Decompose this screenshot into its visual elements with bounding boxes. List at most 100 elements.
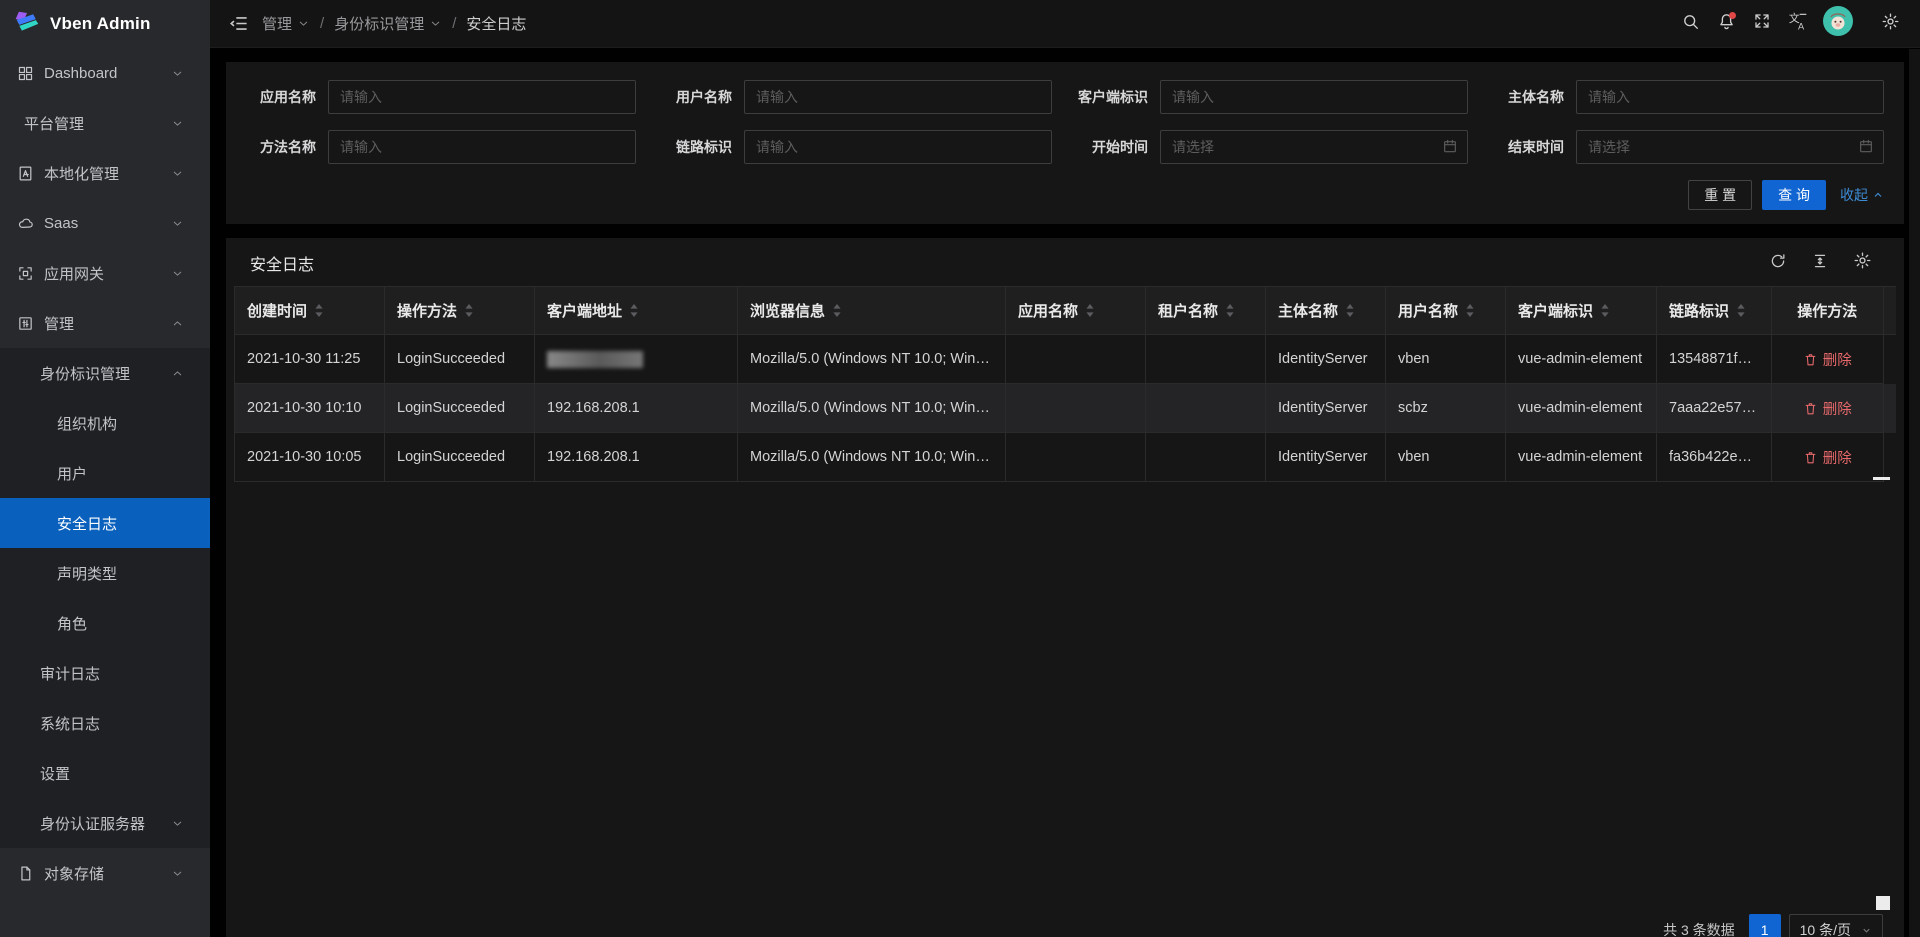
settings-button[interactable] [1872,0,1908,48]
sort-carets-icon[interactable] [314,303,324,318]
text-input[interactable] [328,130,636,164]
sort-carets-icon[interactable] [1345,303,1355,318]
row-height-button[interactable] [1811,252,1829,275]
sort-carets-icon[interactable] [1736,303,1746,318]
chevron-up-icon [171,367,184,380]
filter-input-wrap [744,80,1052,114]
text-input[interactable] [744,130,1052,164]
collapse-link[interactable]: 收起 [1840,185,1884,205]
pagination-page-1[interactable]: 1 [1749,914,1781,937]
table-header-bar: 安全日志 [234,238,1896,286]
column-header-6[interactable]: 租户名称 [1146,287,1266,335]
sidebar-item-5[interactable]: 应用网关 [0,248,210,298]
date-picker-input[interactable] [1160,130,1468,164]
fullscreen-button[interactable] [1744,0,1780,48]
chevron-up-icon [1872,189,1884,201]
column-header-7[interactable]: 主体名称 [1266,287,1386,335]
sort-carets-icon[interactable] [1600,303,1610,318]
sort-carets-icon[interactable] [832,303,842,318]
header: 管理/身份标识管理/安全日志 文A [210,0,1920,48]
sidebar-item-14[interactable]: 系统日志 [0,698,210,748]
sidebar-item-11[interactable]: 声明类型 [0,548,210,598]
user-avatar-button[interactable] [1816,0,1860,48]
table-cell [535,335,738,384]
table-cell [1006,384,1146,433]
menu-fold-icon[interactable] [222,0,256,48]
column-header-10[interactable]: 链路标识 [1657,287,1772,335]
filter-field-label: 应用名称 [242,87,328,107]
table-row: 2021-10-30 11:25LoginSucceededMozilla/5.… [235,335,1897,384]
table-cell: 192.168.208.1 [535,433,738,482]
breadcrumb-item[interactable]: 身份标识管理 [334,13,442,34]
column-header-content: 客户端标识 [1518,300,1644,321]
delete-button[interactable]: 删除 [1784,447,1871,468]
notifications-button[interactable] [1708,0,1744,48]
sidebar-item-9[interactable]: 用户 [0,448,210,498]
sidebar-item-8[interactable]: 组织机构 [0,398,210,448]
reset-button[interactable]: 重 置 [1688,180,1752,210]
sort-carets-icon[interactable] [1465,303,1475,318]
pagination-size-select[interactable]: 10 条/页 [1789,914,1883,937]
text-input[interactable] [328,80,636,114]
language-button[interactable]: 文A [1780,0,1816,48]
scrollbar-corner-thumb[interactable] [1876,896,1890,910]
sidebar-item-1[interactable]: Dashboard [0,48,210,98]
table-scrollbar-thumb[interactable] [1873,477,1890,480]
sort-carets-icon[interactable] [629,303,639,318]
filter-form: 应用名称用户名称客户端标识主体名称方法名称链路标识开始时间结束时间 [242,80,1884,164]
delete-label: 删除 [1823,349,1852,370]
column-header-2[interactable]: 操作方法 [385,287,535,335]
table-cell: LoginSucceeded [385,384,535,433]
sidebar-item-13[interactable]: 审计日志 [0,648,210,698]
avatar [1823,6,1853,41]
delete-button[interactable]: 删除 [1784,398,1871,419]
column-header-5[interactable]: 应用名称 [1006,287,1146,335]
sidebar-item-label: Dashboard [44,65,171,82]
window-scrollbar[interactable] [1909,49,1920,937]
text-input[interactable] [1160,80,1468,114]
sidebar-item-4[interactable]: Saas [0,198,210,248]
text-input[interactable] [744,80,1052,114]
delete-label: 删除 [1823,398,1852,419]
filter-field-2: 用户名称 [658,80,1052,114]
sidebar-item-12[interactable]: 角色 [0,598,210,648]
column-header-9[interactable]: 客户端标识 [1506,287,1657,335]
sidebar-item-10[interactable]: 安全日志 [0,498,210,548]
column-header-3[interactable]: 客户端地址 [535,287,738,335]
refresh-button[interactable] [1769,252,1787,275]
search-button[interactable]: 查 询 [1762,180,1826,210]
sidebar-item-3[interactable]: 本地化管理 [0,148,210,198]
sidebar-item-6[interactable]: 管理 [0,298,210,348]
sort-carets-icon[interactable] [464,303,474,318]
delete-button[interactable]: 删除 [1784,349,1871,370]
breadcrumb-item[interactable]: 安全日志 [466,13,526,34]
date-picker-input[interactable] [1576,130,1884,164]
table-cell-actions: 删除 [1772,335,1884,384]
breadcrumb-item-label: 管理 [262,13,292,34]
sidebar-item-17[interactable]: 对象存储 [0,848,210,898]
sidebar-item-2[interactable]: 平台管理 [0,98,210,148]
sidebar-item-16[interactable]: 身份认证服务器 [0,798,210,848]
sidebar-item-label: 安全日志 [57,513,194,534]
column-header-1[interactable]: 创建时间 [235,287,385,335]
search-icon [1681,12,1700,36]
column-settings-button[interactable] [1853,251,1872,275]
column-header-label: 创建时间 [247,300,307,321]
column-header-content: 租户名称 [1158,300,1253,321]
sort-carets-icon[interactable] [1085,303,1095,318]
search-button[interactable] [1672,0,1708,48]
filter-field-7: 开始时间 [1074,130,1468,164]
sort-carets-icon[interactable] [1225,303,1235,318]
sidebar-item-7[interactable]: 身份标识管理 [0,348,210,398]
column-header-4[interactable]: 浏览器信息 [738,287,1006,335]
table-card: 安全日志 创建时间 操作方法客户端地址浏览器信息应用名称租户名称主体名称用户名称客… [226,238,1904,937]
localization-icon [17,165,34,182]
text-input[interactable] [1576,80,1884,114]
breadcrumb-item[interactable]: 管理 [262,13,310,34]
table-cell: LoginSucceeded [385,433,535,482]
column-header-8[interactable]: 用户名称 [1386,287,1506,335]
logo[interactable]: Vben Admin [0,0,210,48]
chevron-down-icon [171,117,184,130]
sidebar-item-15[interactable]: 设置 [0,748,210,798]
filter-field-label: 客户端标识 [1074,87,1160,107]
